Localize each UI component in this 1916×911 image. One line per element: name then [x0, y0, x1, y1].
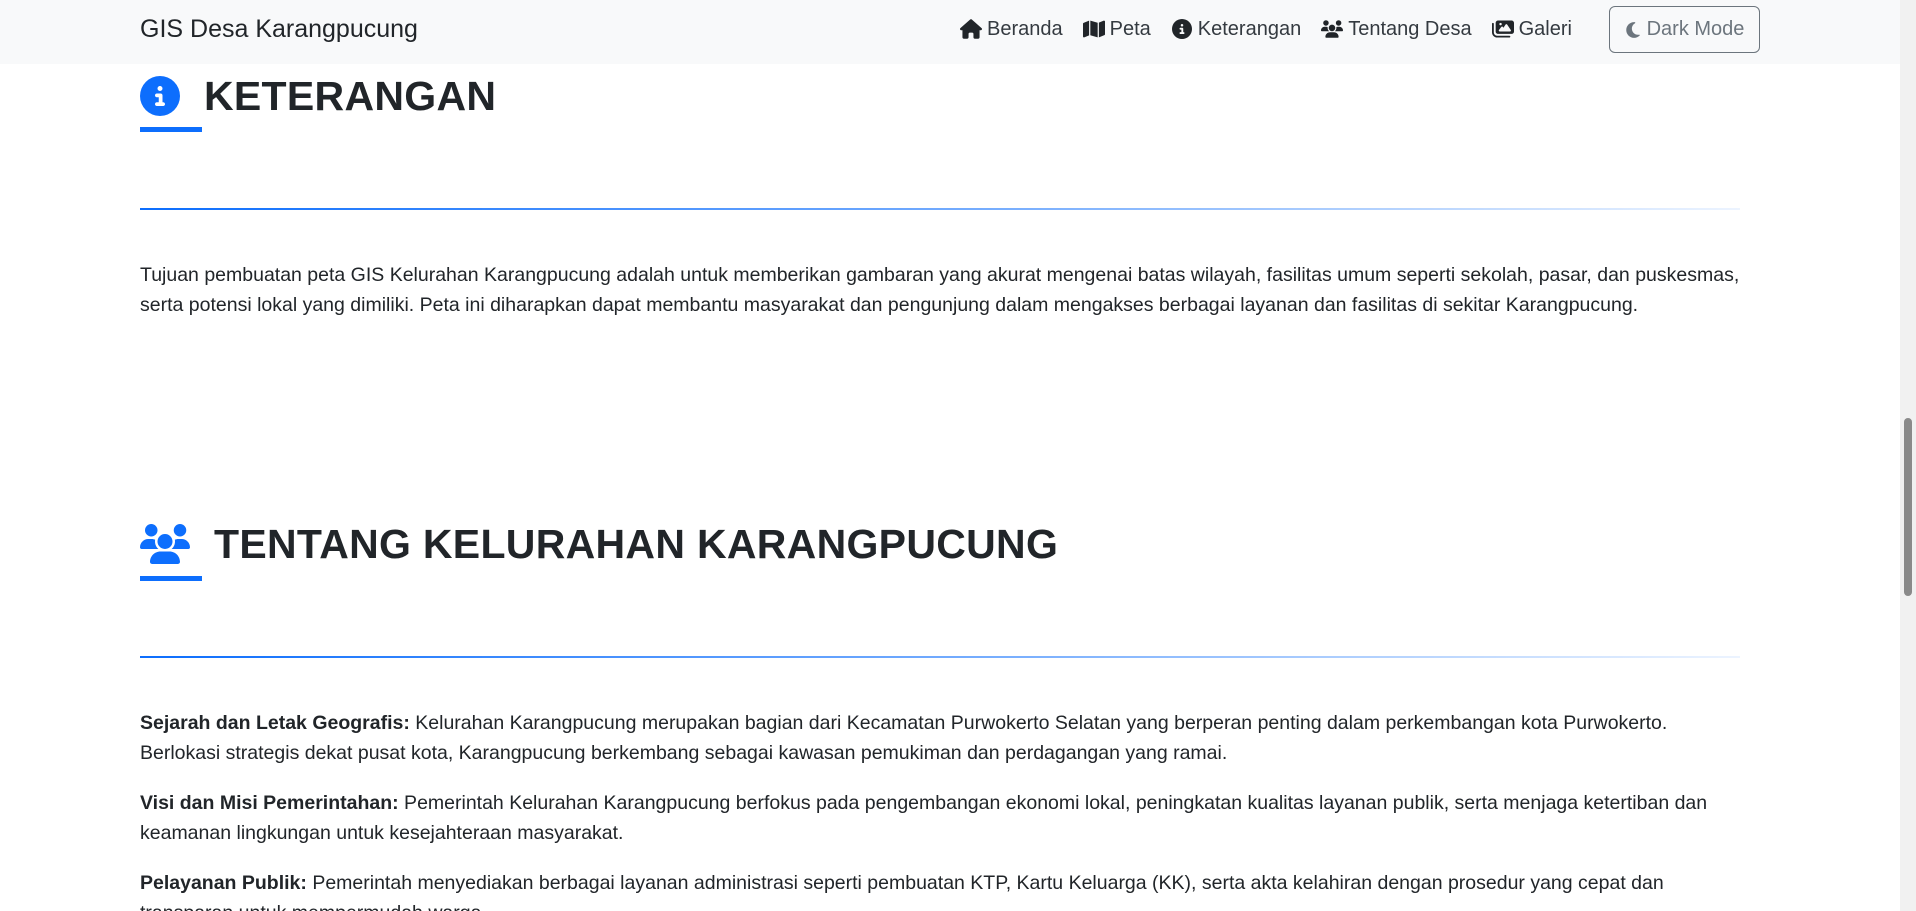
brand-link[interactable]: GIS Desa Karangpucung [140, 14, 418, 44]
nav-link-tentang-desa[interactable]: Tentang Desa [1321, 17, 1472, 41]
dark-mode-label: Dark Mode [1646, 18, 1745, 40]
page-scrollbar[interactable] [1900, 0, 1916, 911]
nav-link-label: Galeri [1518, 17, 1572, 40]
map-icon [1082, 20, 1105, 38]
info-circle-icon [1171, 19, 1192, 39]
paragraph-label: Sejarah dan Letak Geografis: [140, 712, 410, 734]
users-icon [140, 524, 190, 564]
keterangan-title-underline [140, 127, 202, 132]
users-icon [1321, 20, 1344, 38]
tentang-title: TENTANG KELURAHAN KARANGPUCUNG [214, 521, 1059, 567]
navbar: GIS Desa Karangpucung Beranda Peta Keter… [0, 0, 1900, 64]
paragraph-label: Pelayanan Publik: [140, 872, 307, 894]
paragraph-label: Visi dan Misi Pemerintahan: [140, 792, 399, 814]
tentang-title-underline [140, 576, 202, 581]
keterangan-divider [140, 208, 1740, 210]
info-circle-icon [140, 76, 180, 116]
tentang-paragraph-pelayanan: Pelayanan Publik: Pemerintah menyediakan… [140, 868, 1750, 911]
nav-link-label: Keterangan [1197, 17, 1302, 40]
keterangan-text: Tujuan pembuatan peta GIS Kelurahan Kara… [140, 264, 1740, 316]
keterangan-title: KETERANGAN [204, 73, 497, 119]
tentang-paragraph-visi-misi: Visi dan Misi Pemerintahan: Pemerintah K… [140, 788, 1750, 848]
scrollbar-thumb[interactable] [1904, 418, 1912, 596]
nav-link-keterangan[interactable]: Keterangan [1171, 18, 1301, 41]
nav-link-label: Beranda [987, 17, 1063, 40]
images-icon [1491, 20, 1514, 38]
tentang-divider [140, 656, 1740, 658]
moon-icon [1625, 21, 1640, 38]
nav-link-peta[interactable]: Peta [1082, 17, 1151, 41]
keterangan-heading: KETERANGAN [140, 72, 496, 120]
tentang-heading: TENTANG KELURAHAN KARANGPUCUNG [140, 520, 1058, 568]
nav-link-beranda[interactable]: Beranda [960, 18, 1063, 41]
nav-links: Beranda Peta Keterangan Tentang Desa Gal… [960, 14, 1572, 44]
dark-mode-button[interactable]: Dark Mode [1609, 6, 1760, 53]
nav-link-label: Peta [1109, 17, 1151, 40]
home-icon [960, 19, 982, 39]
nav-link-galeri[interactable]: Galeri [1491, 17, 1572, 41]
paragraph-text: Pemerintah menyediakan berbagai layanan … [140, 872, 1664, 911]
tentang-paragraph-sejarah: Sejarah dan Letak Geografis: Kelurahan K… [140, 708, 1750, 768]
nav-link-label: Tentang Desa [1348, 17, 1472, 40]
page: GIS Desa Karangpucung Beranda Peta Keter… [0, 0, 1916, 911]
